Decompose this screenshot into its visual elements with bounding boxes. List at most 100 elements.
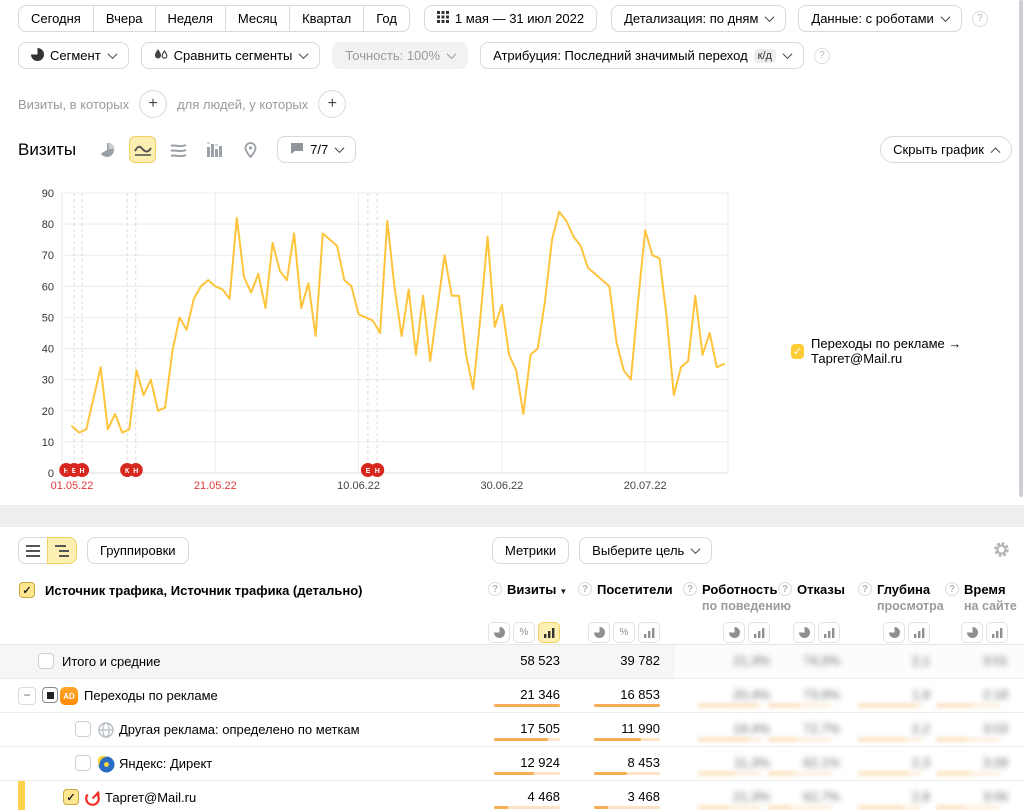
bars-view-mini-button[interactable] [748, 622, 770, 643]
y-axis-tick: 40 [42, 344, 54, 356]
bars-view-mini-button[interactable] [638, 622, 660, 643]
chevron-down-icon [447, 49, 457, 59]
table-view-controls: Группировки [18, 537, 189, 564]
visitors-bar [594, 772, 660, 775]
column-header-4[interactable]: ?Глубинапросмотра [858, 582, 944, 613]
data-mode-dropdown[interactable]: Данные: с роботами [798, 5, 961, 32]
y-axis-tick: 90 [42, 188, 54, 200]
table-row[interactable]: Яндекс: Директ12 9248 45311,3%62,1%2,33:… [0, 746, 1024, 780]
pie-view-mini-button[interactable] [588, 622, 610, 643]
tree-view-button[interactable] [47, 537, 77, 564]
pie-view-mini-button[interactable] [723, 622, 745, 643]
pie-view-mini-button[interactable] [883, 622, 905, 643]
vertical-scrollbar[interactable] [1019, 0, 1023, 497]
percent-view-mini-button[interactable]: % [613, 622, 635, 643]
row-checkbox[interactable] [75, 755, 91, 771]
segment-dropdown[interactable]: Сегмент [18, 42, 129, 69]
x-axis-tick: 30.06.22 [480, 480, 523, 492]
yandex-direct-icon [97, 755, 115, 773]
pie-view-mini-button[interactable] [793, 622, 815, 643]
bars-view-mini-button[interactable] [986, 622, 1008, 643]
row-checkbox[interactable] [42, 687, 58, 703]
column-header-0[interactable]: ?Визиты▼ [488, 582, 567, 597]
help-icon[interactable]: ? [972, 11, 988, 27]
hide-chart-button[interactable]: Скрыть график [880, 136, 1012, 163]
accuracy-dropdown[interactable]: Точность: 100% [332, 42, 468, 69]
metrics-button[interactable]: Метрики [492, 537, 569, 564]
table-row[interactable]: Другая реклама: определено по меткам17 5… [0, 712, 1024, 746]
blurred-bar [768, 738, 832, 741]
pie-view-mini-button[interactable] [488, 622, 510, 643]
source-label[interactable]: Яндекс: Директ [119, 756, 212, 771]
dimension-checkbox[interactable]: ✓ [19, 582, 35, 598]
blurred-bar [936, 738, 1000, 741]
column-header-1[interactable]: ? Посетители [578, 582, 673, 597]
period-button-2[interactable]: Неделя [155, 5, 226, 32]
collapse-button[interactable]: − [18, 687, 36, 705]
help-icon[interactable]: ? [945, 582, 959, 596]
pie-view-mini-button[interactable] [961, 622, 983, 643]
detalization-dropdown[interactable]: Детализация: по дням [611, 5, 786, 32]
visitors-value: 8 453 [570, 755, 660, 770]
column-label: Отказы [797, 582, 845, 597]
column-chart-type-icon[interactable] [201, 136, 228, 163]
column-sublabel: просмотра [877, 599, 944, 613]
chart-header: Визиты 7/7 [18, 136, 356, 163]
help-icon[interactable]: ? [578, 582, 592, 596]
period-button-4[interactable]: Квартал [289, 5, 364, 32]
help-icon[interactable]: ? [778, 582, 792, 596]
list-view-button[interactable] [18, 537, 48, 564]
pie-chart-type-icon[interactable] [93, 136, 120, 163]
choose-goal-label: Выберите цель [592, 543, 684, 558]
help-icon[interactable]: ? [814, 48, 830, 64]
chevron-down-icon [940, 12, 950, 22]
percent-view-mini-button[interactable]: % [513, 622, 535, 643]
column-mini-buttons-0: % [488, 622, 560, 643]
help-icon[interactable]: ? [683, 582, 697, 596]
bars-view-mini-button[interactable] [818, 622, 840, 643]
help-icon[interactable]: ? [488, 582, 502, 596]
add-visits-filter-button[interactable]: + [139, 90, 167, 118]
column-label: Посетители [597, 582, 673, 597]
bars-view-mini-button[interactable] [538, 622, 560, 643]
legend-checkbox[interactable]: ✓ [791, 344, 804, 359]
add-people-filter-button[interactable]: + [318, 90, 346, 118]
compare-segments-dropdown[interactable]: Сравнить сегменты [141, 42, 321, 69]
column-header-5[interactable]: ?Времяна сайте [945, 582, 1017, 613]
stacked-area-type-icon[interactable] [165, 136, 192, 163]
period-button-5[interactable]: Год [363, 5, 410, 32]
row-checkbox[interactable]: ✓ [63, 789, 79, 805]
comments-dropdown[interactable]: 7/7 [277, 136, 356, 163]
period-button-1[interactable]: Вчера [93, 5, 156, 32]
groupings-button[interactable]: Группировки [87, 537, 189, 564]
bars-view-mini-button[interactable] [908, 622, 930, 643]
selected-row-indicator [18, 781, 25, 810]
map-type-icon[interactable] [237, 136, 264, 163]
chevron-down-icon [691, 544, 701, 554]
choose-goal-dropdown[interactable]: Выберите цель [579, 537, 712, 564]
blurred-bar [768, 806, 832, 809]
blurred-value: 3:28 [918, 755, 1008, 770]
row-checkbox[interactable] [75, 721, 91, 737]
attribution-dropdown[interactable]: Атрибуция: Последний значимый переход к/… [480, 42, 804, 69]
table-row[interactable]: ✓Таргет@Mail.ru4 4683 46821,3%62,7%2,83:… [0, 780, 1024, 810]
column-header-3[interactable]: ? Отказы [778, 582, 845, 597]
blurred-value: 2,1 [840, 653, 930, 668]
line-chart-type-icon[interactable] [129, 136, 156, 163]
column-header-2[interactable]: ?Роботностьпо поведению [683, 582, 791, 613]
table-row[interactable]: Итого и средние58 52339 78221,3%74,0%2,1… [0, 645, 1024, 678]
period-button-0[interactable]: Сегодня [18, 5, 94, 32]
source-label[interactable]: Переходы по рекламе [84, 688, 218, 703]
period-button-3[interactable]: Месяц [225, 5, 290, 32]
source-label[interactable]: Таргет@Mail.ru [105, 790, 196, 805]
y-axis-tick: 60 [42, 281, 54, 293]
date-range-button[interactable]: 1 мая — 31 июл 2022 [424, 5, 597, 32]
help-icon[interactable]: ? [858, 582, 872, 596]
chevron-down-icon [335, 143, 345, 153]
table-row[interactable]: −ADПереходы по рекламе21 34616 85320,4%7… [0, 678, 1024, 712]
gear-icon[interactable] [993, 541, 1010, 563]
row-checkbox[interactable] [38, 653, 54, 669]
source-label[interactable]: Другая реклама: определено по меткам [119, 722, 360, 737]
people-filter-label: для людей, у которых [177, 97, 308, 112]
dimension-header: ✓ Источник трафика, Источник трафика (де… [19, 582, 363, 598]
